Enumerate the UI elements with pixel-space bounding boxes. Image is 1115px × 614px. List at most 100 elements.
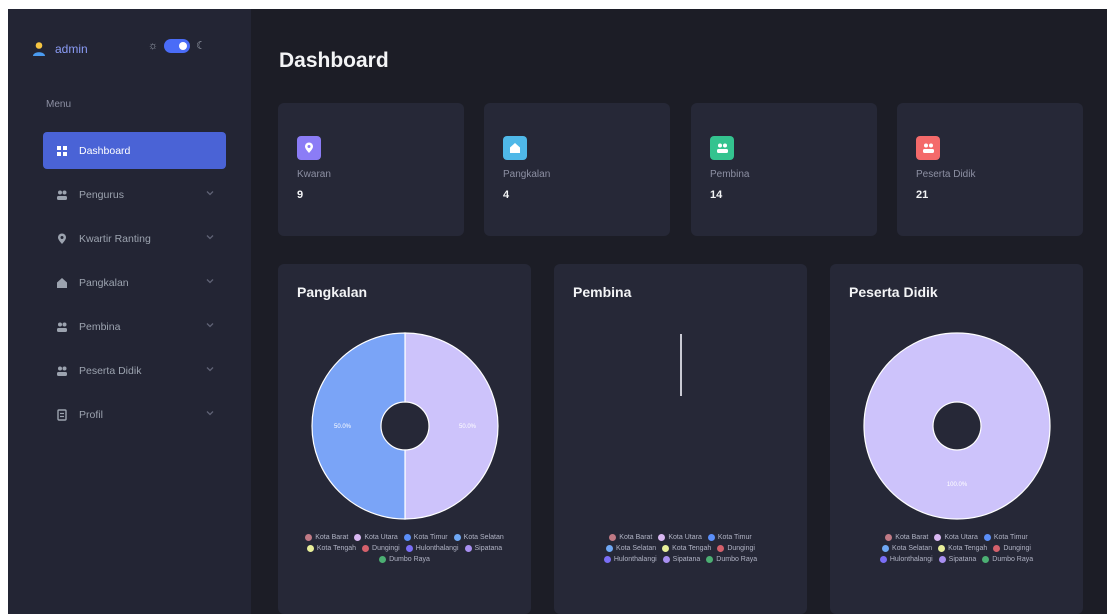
legend-item-hulonthalangi[interactable]: Hulonthalangi	[405, 545, 459, 552]
document-icon	[55, 408, 69, 421]
legend-item-kota-selatan[interactable]: Kota Selatan	[882, 545, 932, 552]
legend-item-kota-selatan[interactable]: Kota Selatan	[453, 534, 504, 541]
stat-card-pangkalan[interactable]: Pangkalan 4	[484, 103, 670, 236]
chevron-down-icon	[206, 367, 214, 372]
legend-label: Sipatana	[672, 556, 701, 563]
legend-item-dungingi[interactable]: Dungingi	[717, 545, 755, 552]
pie-slice-kota-timur[interactable]	[311, 332, 406, 520]
app-window: admin ☼ ☾ Menu Dashboard Pengurus Kwarti…	[8, 9, 1107, 614]
home-icon	[55, 277, 69, 289]
chevron-down-icon	[206, 191, 214, 196]
legend-swatch	[453, 534, 461, 541]
legend-item-dumbo-raya[interactable]: Dumbo Raya	[379, 556, 430, 563]
chart-legend: Kota Barat Kota Utara Kota Timur Kota Selat…	[870, 534, 1043, 563]
main-content: Dashboard Kwaran 9 Pangkalan 4 Pembina 1…	[251, 9, 1107, 614]
chevron-down-icon	[206, 323, 214, 328]
legend-label: Kota Tengah	[948, 545, 988, 552]
sidebar-item-peserta-didik[interactable]: Peserta Didik	[43, 352, 226, 389]
sidebar-item-label: Pembina	[79, 320, 121, 333]
chevron-down-icon	[206, 235, 214, 240]
legend-item-dumbo-raya[interactable]: Dumbo Raya	[982, 556, 1033, 563]
legend-swatch	[707, 534, 715, 541]
legend-label: Hulonthalangi	[889, 556, 933, 563]
users-icon	[55, 189, 69, 201]
legend-item-dungingi[interactable]: Dungingi	[362, 545, 400, 552]
legend-item-kota-utara[interactable]: Kota Utara	[658, 534, 702, 541]
legend-label: Kota Selatan	[892, 545, 933, 552]
legend-item-kota-tengah[interactable]: Kota Tengah	[662, 545, 711, 552]
legend-label: Kota Selatan	[616, 545, 657, 552]
user-icon	[33, 42, 45, 56]
legend-item-dungingi[interactable]: Dungingi	[993, 545, 1031, 552]
sidebar-item-pembina[interactable]: Pembina	[43, 308, 226, 345]
sidebar-item-pangkalan[interactable]: Pangkalan	[43, 264, 226, 301]
legend-label: Dumbo Raya	[389, 556, 430, 563]
user-name: admin	[55, 42, 88, 56]
legend-item-kota-tengah[interactable]: Kota Tengah	[306, 545, 357, 552]
legend-item-kota-timur[interactable]: Kota Timur	[983, 534, 1028, 541]
legend-item-kota-tengah[interactable]: Kota Tengah	[938, 545, 987, 552]
map-pin-icon	[55, 233, 69, 245]
sidebar-item-label: Profil	[79, 408, 103, 421]
legend-swatch	[464, 545, 472, 552]
legend-swatch	[706, 556, 714, 563]
legend-item-sipatana[interactable]: Sipatana	[938, 556, 976, 563]
legend-item-kota-timur[interactable]: Kota Timur	[707, 534, 752, 541]
sidebar-item-pengurus[interactable]: Pengurus	[43, 176, 226, 213]
moon-icon: ☾	[196, 39, 206, 52]
stat-value: 14	[710, 189, 723, 201]
data-label: 50.0%	[459, 424, 477, 430]
legend-label: Kota Tengah	[316, 545, 357, 552]
legend-item-sipatana[interactable]: Sipatana	[662, 556, 701, 563]
legend-swatch	[717, 545, 725, 552]
legend-swatch	[662, 556, 670, 563]
sidebar: admin ☼ ☾ Menu Dashboard Pengurus Kwarti…	[8, 9, 251, 614]
legend-item-hulonthalangi[interactable]: Hulonthalangi	[603, 556, 657, 563]
sidebar-item-dashboard[interactable]: Dashboard	[43, 132, 226, 169]
pie-slice-kota-utara[interactable]	[863, 332, 1051, 520]
toggle-knob	[179, 42, 188, 50]
stat-card-peserta-didik[interactable]: Peserta Didik 21	[897, 103, 1083, 236]
legend-label: Kota Selatan	[463, 534, 504, 541]
theme-toggle[interactable]	[164, 39, 191, 53]
legend-swatch	[982, 556, 990, 563]
chart-card-peserta-didik: Peserta Didik 100.0% Kota Barat Kota Utar…	[830, 264, 1083, 614]
legend-item-hulonthalangi[interactable]: Hulonthalangi	[879, 556, 933, 563]
legend-swatch	[662, 545, 670, 552]
pie-slice-kota-utara[interactable]	[404, 332, 499, 520]
legend-label: Kota Barat	[895, 534, 929, 541]
legend-swatch	[405, 545, 413, 552]
legend-swatch	[885, 534, 893, 541]
legend-label: Dungingi	[1003, 545, 1031, 552]
stat-label: Pembina	[710, 169, 750, 180]
legend-item-sipatana[interactable]: Sipatana	[464, 545, 503, 552]
legend-label: Sipatana	[474, 545, 503, 552]
stat-card-kwaran[interactable]: Kwaran 9	[278, 103, 464, 236]
legend-swatch	[362, 545, 370, 552]
sidebar-item-label: Kwartir Ranting	[79, 232, 151, 245]
legend-swatch	[983, 534, 991, 541]
sidebar-item-profil[interactable]: Profil	[43, 396, 226, 433]
sidebar-item-kwartir-ranting[interactable]: Kwartir Ranting	[43, 220, 226, 257]
map-pin-icon	[297, 136, 321, 160]
chart-card-pangkalan: Pangkalan 50.0% 50.0% Kota Barat Kota Utar…	[278, 264, 531, 614]
legend-swatch	[606, 545, 614, 552]
legend-item-dumbo-raya[interactable]: Dumbo Raya	[706, 556, 757, 563]
legend-item-kota-barat[interactable]: Kota Barat	[885, 534, 928, 541]
legend-item-kota-barat[interactable]: Kota Barat	[305, 534, 348, 541]
legend-item-kota-barat[interactable]: Kota Barat	[609, 534, 652, 541]
users-icon	[55, 365, 69, 377]
grid-icon	[55, 145, 69, 157]
sun-icon: ☼	[148, 39, 159, 52]
legend-item-kota-utara[interactable]: Kota Utara	[934, 534, 978, 541]
sidebar-item-label: Pengurus	[79, 188, 124, 201]
legend-label: Kota Timur	[413, 534, 448, 541]
stat-card-pembina[interactable]: Pembina 14	[691, 103, 877, 236]
legend-label: Dungingi	[727, 545, 755, 552]
legend-label: Kota Barat	[315, 534, 349, 541]
legend-item-kota-timur[interactable]: Kota Timur	[403, 534, 448, 541]
legend-item-kota-utara[interactable]: Kota Utara	[354, 534, 398, 541]
stat-value: 4	[503, 189, 510, 201]
legend-item-kota-selatan[interactable]: Kota Selatan	[606, 545, 656, 552]
legend-swatch	[379, 556, 387, 563]
